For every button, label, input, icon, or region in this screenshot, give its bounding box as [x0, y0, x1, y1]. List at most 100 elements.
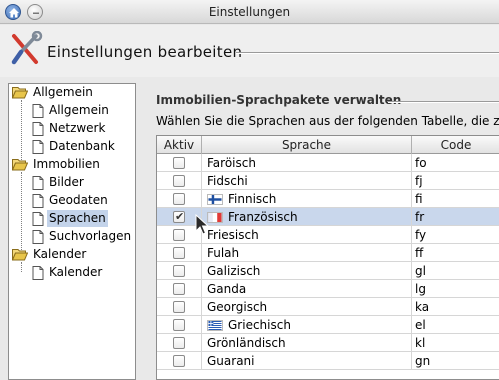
tree-group-label: Allgemein [33, 85, 93, 99]
tree-group-label: Kalender [33, 247, 87, 261]
tree-item-geodaten[interactable]: Geodaten [32, 192, 110, 209]
language-cell: Faröisch [202, 154, 412, 172]
aktiv-cell [157, 172, 202, 190]
column-header-aktiv[interactable]: Aktiv [157, 136, 202, 154]
settings-tree[interactable]: Allgemein Allgemein Netzwerk Datenbank I… [8, 83, 136, 380]
tree-item-allgemein[interactable]: Allgemein [32, 102, 111, 119]
folder-open-icon [12, 249, 28, 261]
document-icon [32, 175, 44, 190]
aktiv-checkbox[interactable] [173, 283, 185, 295]
tree-item-suchvorlagen[interactable]: Suchvorlagen [32, 228, 133, 245]
tree-item-label: Bilder [49, 175, 84, 189]
aktiv-checkbox[interactable] [173, 319, 185, 331]
dialog-header: Einstellungen bearbeiten [0, 25, 499, 77]
tree-guide-line [21, 172, 22, 250]
tree-item-label: Allgemein [49, 103, 109, 117]
aktiv-checkbox[interactable] [173, 355, 185, 367]
aktiv-checkbox[interactable] [173, 157, 185, 169]
document-icon [32, 121, 44, 136]
language-cell: Französisch [202, 208, 412, 226]
language-cell: Galizisch [202, 262, 412, 280]
table-row[interactable]: Fulah ff [157, 244, 499, 262]
aktiv-checkbox[interactable] [173, 301, 185, 313]
code-cell: fi [415, 192, 423, 206]
table-header: Aktiv Sprache Code [157, 136, 499, 154]
language-table[interactable]: Aktiv Sprache Code Faröisch fo Fidschi f… [156, 135, 499, 380]
tree-item-label: Netzwerk [49, 121, 106, 135]
greece-flag-icon [207, 319, 223, 331]
aktiv-cell [157, 334, 202, 352]
language-cell: Griechisch [202, 316, 412, 334]
window-title: Einstellungen [208, 5, 291, 19]
column-header-sprache[interactable]: Sprache [202, 136, 412, 154]
aktiv-checkbox[interactable] [173, 208, 185, 226]
table-row[interactable]: Galizisch gl [157, 262, 499, 280]
code-cell: kl [415, 336, 426, 350]
aktiv-cell [157, 352, 202, 370]
language-cell: Friesisch [202, 226, 412, 244]
page-title: Einstellungen bearbeiten [47, 43, 243, 61]
language-name: Grönländisch [207, 336, 286, 350]
table-row[interactable]: Ganda lg [157, 280, 499, 298]
tree-guide-line [21, 262, 22, 272]
aktiv-cell [157, 298, 202, 316]
tree-item-datenbank[interactable]: Datenbank [32, 138, 117, 155]
tree-item-netzwerk[interactable]: Netzwerk [32, 120, 107, 137]
language-name: Georgisch [207, 300, 268, 314]
tree-item-bilder[interactable]: Bilder [32, 174, 86, 191]
language-cell: Fulah [202, 244, 412, 262]
tree-item-kalender[interactable]: Kalender [32, 264, 104, 281]
table-row[interactable]: Guarani gn [157, 352, 499, 370]
aktiv-checkbox[interactable] [173, 247, 185, 259]
language-name: Griechisch [228, 318, 291, 332]
language-cell: Georgisch [202, 298, 412, 316]
aktiv-cell [157, 316, 202, 334]
language-name: Faröisch [207, 156, 256, 170]
aktiv-cell [157, 190, 202, 208]
tree-group-allgemein[interactable]: Allgemein [12, 84, 95, 101]
tree-group-label: Immobilien [33, 157, 100, 171]
table-row[interactable]: Griechisch el [157, 316, 499, 334]
table-row[interactable]: Georgisch ka [157, 298, 499, 316]
aktiv-checkbox[interactable] [173, 175, 185, 187]
tools-icon [11, 31, 43, 65]
aktiv-cell [157, 262, 202, 280]
aktiv-checkbox[interactable] [173, 337, 185, 349]
folder-open-icon [12, 87, 28, 99]
code-cell: lg [415, 282, 426, 296]
code-cell: gn [415, 354, 431, 368]
title-bar: Einstellungen [0, 0, 499, 24]
tree-item-sprachen[interactable]: Sprachen [32, 210, 108, 227]
table-row[interactable]: Faröisch fo [157, 154, 499, 172]
language-name: Fidschi [207, 174, 248, 188]
table-row[interactable]: Finnisch fi [157, 190, 499, 208]
finland-flag-icon [207, 193, 223, 205]
code-cell: ka [415, 300, 430, 314]
tree-item-label: Suchvorlagen [49, 229, 132, 243]
table-row[interactable]: Fidschi fj [157, 172, 499, 190]
language-cell: Grönländisch [202, 334, 412, 352]
tree-group-immobilien[interactable]: Immobilien [12, 156, 102, 173]
language-name: Friesisch [207, 228, 259, 242]
aktiv-checkbox[interactable] [173, 265, 185, 277]
aktiv-cell [157, 280, 202, 298]
aktiv-checkbox[interactable] [173, 193, 185, 205]
folder-open-icon [12, 159, 28, 171]
code-cell: el [415, 318, 426, 332]
section-title: Immobilien-Sprachpakete verwalten [156, 93, 402, 107]
tree-group-kalender[interactable]: Kalender [12, 246, 88, 263]
table-row[interactable]: Grönländisch kl [157, 334, 499, 352]
language-name: Galizisch [207, 264, 261, 278]
tree-item-label: Sprachen [47, 210, 108, 227]
tree-item-label: Kalender [49, 265, 103, 279]
header-divider [236, 52, 499, 54]
document-icon [32, 229, 44, 244]
language-cell: Finnisch [202, 190, 412, 208]
language-cell: Guarani [202, 352, 412, 370]
language-name: Guarani [207, 354, 255, 368]
mouse-cursor-icon [195, 214, 209, 235]
column-header-code[interactable]: Code [412, 136, 499, 154]
language-name: Französisch [228, 210, 298, 224]
tree-item-label: Geodaten [49, 193, 108, 207]
aktiv-checkbox[interactable] [173, 229, 185, 241]
